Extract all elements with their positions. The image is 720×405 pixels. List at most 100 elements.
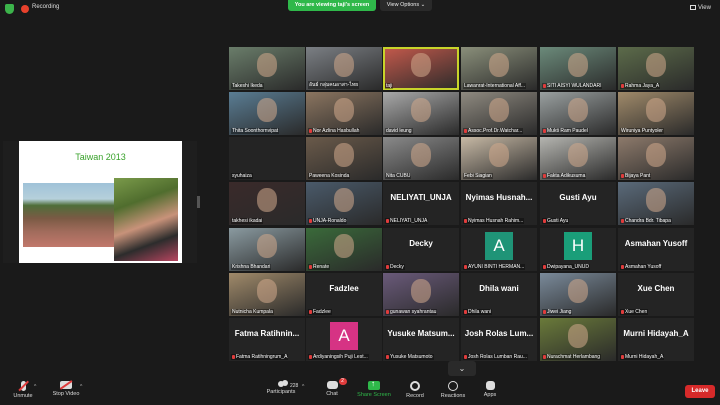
participants-icon — [278, 380, 288, 387]
participant-tile[interactable]: Chandra Bdr. Tibapa — [618, 182, 694, 225]
participant-name-label: david leung — [385, 128, 413, 134]
chat-button[interactable]: 2 Chat — [309, 378, 355, 404]
participant-tile[interactable]: Wiruniya Puntyoler — [618, 92, 694, 135]
participant-tile[interactable]: Rahma Jaya_A — [618, 47, 694, 90]
participant-name-label: Fakta Adikusuma — [542, 173, 587, 179]
view-button[interactable]: View — [690, 3, 716, 14]
participant-display-name: Fatma Ratihnin... — [234, 329, 300, 338]
participant-tile[interactable]: Bijaya Pant — [618, 137, 694, 180]
chat-icon: 2 — [326, 378, 347, 389]
participant-tile[interactable]: A Ardiyaningsih Puji Lest... — [306, 318, 382, 361]
participant-name-label: Rahma Jaya_A — [620, 83, 661, 89]
participant-tile[interactable]: Gusti Ayu Gusti Ayu — [540, 182, 616, 225]
participant-tile[interactable]: SITI AISYI WULANDARI — [540, 47, 616, 90]
participant-name: Paweena Kosinda — [309, 173, 350, 179]
participant-avatar: H — [564, 232, 592, 260]
muted-microphone-icon — [386, 219, 389, 223]
participant-tile[interactable]: A AYUNI BINTI HERMAN... — [461, 228, 537, 271]
participant-tile[interactable]: Takeshi Ikeda — [229, 47, 305, 90]
participant-tile[interactable]: Yusuke Matsum... Yusuke Matsumoto — [383, 318, 459, 361]
participant-tile[interactable]: david leung — [383, 92, 459, 135]
participant-name-label: Krishna Bhandari — [231, 264, 272, 270]
participant-video — [646, 143, 666, 167]
muted-microphone-icon — [621, 310, 624, 314]
view-options-dropdown[interactable]: View Options ⌄ — [380, 0, 432, 11]
participant-name: Lawanrat-International Aff... — [464, 83, 526, 89]
participant-tile[interactable]: syuhaiza — [229, 137, 305, 180]
participant-name-label: Fatma Ratihningrum_A — [231, 354, 289, 360]
participant-tile[interactable]: Josh Rolas Lum... Josh Rolas Lumban Rau..… — [461, 318, 537, 361]
share-screen-label: Share Screen — [357, 392, 391, 398]
participant-name: Mukti Ram Paudel — [547, 128, 588, 134]
participant-display-name: Nyimas Husnah... — [465, 193, 533, 202]
muted-microphone-icon — [386, 355, 389, 359]
muted-microphone-icon — [464, 265, 467, 269]
slide-photo-building — [23, 183, 114, 247]
participant-tile[interactable]: Asmahan Yusoff Asmahan Yusoff — [618, 228, 694, 271]
participant-name-label: Fadzlee — [308, 309, 332, 315]
participant-tile[interactable]: Fatma Ratihnin... Fatma Ratihningrum_A — [229, 318, 305, 361]
participant-tile[interactable]: Mukti Ram Paudel — [540, 92, 616, 135]
apps-icon — [485, 381, 495, 390]
participant-name: Fadzlee — [313, 309, 331, 315]
next-page-arrow-icon[interactable]: ⌄ — [448, 361, 476, 376]
participant-tile[interactable]: Nutnicha Kumpala — [229, 273, 305, 316]
muted-microphone-icon — [543, 265, 546, 269]
participant-tile[interactable]: taji — [383, 47, 459, 90]
participant-name-label: Yusuke Matsumoto — [385, 354, 434, 360]
participant-tile[interactable]: Nurachmat Herlambang — [540, 318, 616, 361]
participant-tile[interactable]: Fakta Adikusuma — [540, 137, 616, 180]
participant-name-label: Murni Hidayah_A — [620, 354, 665, 360]
participant-tile[interactable]: Paweena Kosinda — [306, 137, 382, 180]
participant-tile[interactable]: Assoc.Prof.Dr.Watchar... — [461, 92, 537, 135]
record-label: Record — [406, 393, 424, 399]
participant-name: takhesi ikadai — [232, 218, 263, 224]
participant-tile[interactable]: Nita CUBU — [383, 137, 459, 180]
participant-name-label: Ardiyaningsih Puji Lest... — [308, 354, 369, 360]
security-shield-icon[interactable] — [5, 4, 14, 14]
participant-name: Ardiyaningsih Puji Lest... — [313, 354, 368, 360]
reactions-icon — [448, 381, 458, 391]
participant-name-label: Asmahan Yusoff — [620, 264, 663, 270]
leave-button[interactable]: Leave — [685, 385, 715, 398]
participant-tile[interactable]: Fadzlee Fadzlee — [306, 273, 382, 316]
participant-tile[interactable]: Xue Chen Xue Chen — [618, 273, 694, 316]
muted-microphone-icon — [309, 310, 312, 314]
muted-microphone-icon — [464, 129, 467, 133]
participant-name: SITI AISYI WULANDARI — [547, 83, 602, 89]
participant-name-label: Nurachmat Herlambang — [542, 354, 602, 360]
participant-name-label: Josh Rolas Lumban Rau... — [463, 354, 528, 360]
participant-video — [411, 98, 431, 122]
apps-button[interactable]: Apps — [467, 380, 513, 404]
participant-tile[interactable]: Jiwei Jiang — [540, 273, 616, 316]
participant-tile[interactable]: Renate — [306, 228, 382, 271]
unmute-button[interactable]: Unmute — [0, 380, 46, 404]
participant-display-name: Josh Rolas Lum... — [464, 329, 534, 338]
participant-tile[interactable]: gunawan syahrantau — [383, 273, 459, 316]
participant-tile[interactable]: อันธ์ กลุ่มคนอาสา-ไทย — [306, 47, 382, 90]
participant-tile[interactable]: NELIYATI_UNJA NELIYATI_UNJA — [383, 182, 459, 225]
participant-tile[interactable]: Nor Azlina Hasbullah — [306, 92, 382, 135]
participant-tile[interactable]: Murni Hidayah_A Murni Hidayah_A — [618, 318, 694, 361]
audio-options-caret-icon[interactable]: ^ — [34, 384, 36, 390]
participant-tile[interactable]: Thita Soonthornvipat — [229, 92, 305, 135]
share-screen-icon — [368, 379, 380, 390]
split-resize-handle[interactable] — [197, 196, 200, 208]
participant-tile[interactable]: H Dwipayana_UNUD — [540, 228, 616, 271]
participant-tile[interactable]: Decky Decky — [383, 228, 459, 271]
participant-video — [334, 98, 354, 122]
participant-name: Nutnicha Kumpala — [232, 309, 273, 315]
meeting-toolbar: Unmute ^ Stop Video ^ Participants 228 ^… — [0, 378, 720, 405]
muted-microphone-icon — [386, 265, 389, 269]
participant-name: Nyimas Husnah Rahim... — [468, 218, 524, 224]
video-options-caret-icon[interactable]: ^ — [80, 384, 82, 390]
participant-tile[interactable]: Lawanrat-International Aff... — [461, 47, 537, 90]
participants-caret-icon[interactable]: ^ — [302, 384, 304, 390]
share-screen-button[interactable]: Share Screen — [351, 379, 397, 404]
participant-tile[interactable]: UNJA-Ronaldo — [306, 182, 382, 225]
participant-tile[interactable]: Dhila wani Dhila wani — [461, 273, 537, 316]
participant-tile[interactable]: Krishna Bhandari — [229, 228, 305, 271]
participant-tile[interactable]: Febi Siagian — [461, 137, 537, 180]
participant-tile[interactable]: takhesi ikadai — [229, 182, 305, 225]
participant-tile[interactable]: Nyimas Husnah... Nyimas Husnah Rahim... — [461, 182, 537, 225]
